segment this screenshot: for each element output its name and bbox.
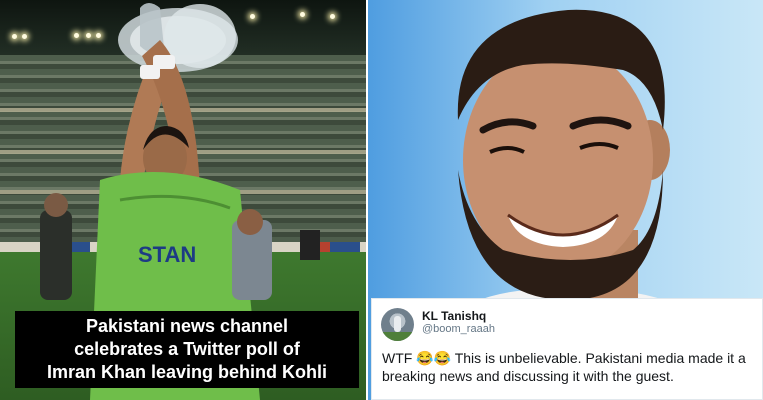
profile-photo-icon <box>381 316 414 341</box>
caption-line-2: celebrates a Twitter poll of <box>74 339 300 359</box>
left-photo: STAN Pakistani news channel celebrates a… <box>0 0 366 400</box>
news-caption: Pakistani news channel celebrates a Twit… <box>15 311 359 388</box>
caption-line-3: Imran Khan leaving behind Kohli <box>46 362 328 382</box>
tweet-text: WTF 😂😂 This is unbelievable. Pakistani m… <box>382 350 746 384</box>
avatar[interactable] <box>381 308 414 341</box>
tweet-author-name[interactable]: KL Tanishq <box>422 309 486 323</box>
world-cup-trophy <box>118 3 238 72</box>
caption-line-1: Pakistani news channel <box>85 316 289 336</box>
svg-text:STAN: STAN <box>138 242 196 267</box>
wristband <box>153 55 175 69</box>
tweet-card[interactable]: KL Tanishq @boom_raaah WTF 😂😂 This is un… <box>371 298 763 400</box>
tweet-author-handle[interactable]: @boom_raaah <box>422 323 495 335</box>
